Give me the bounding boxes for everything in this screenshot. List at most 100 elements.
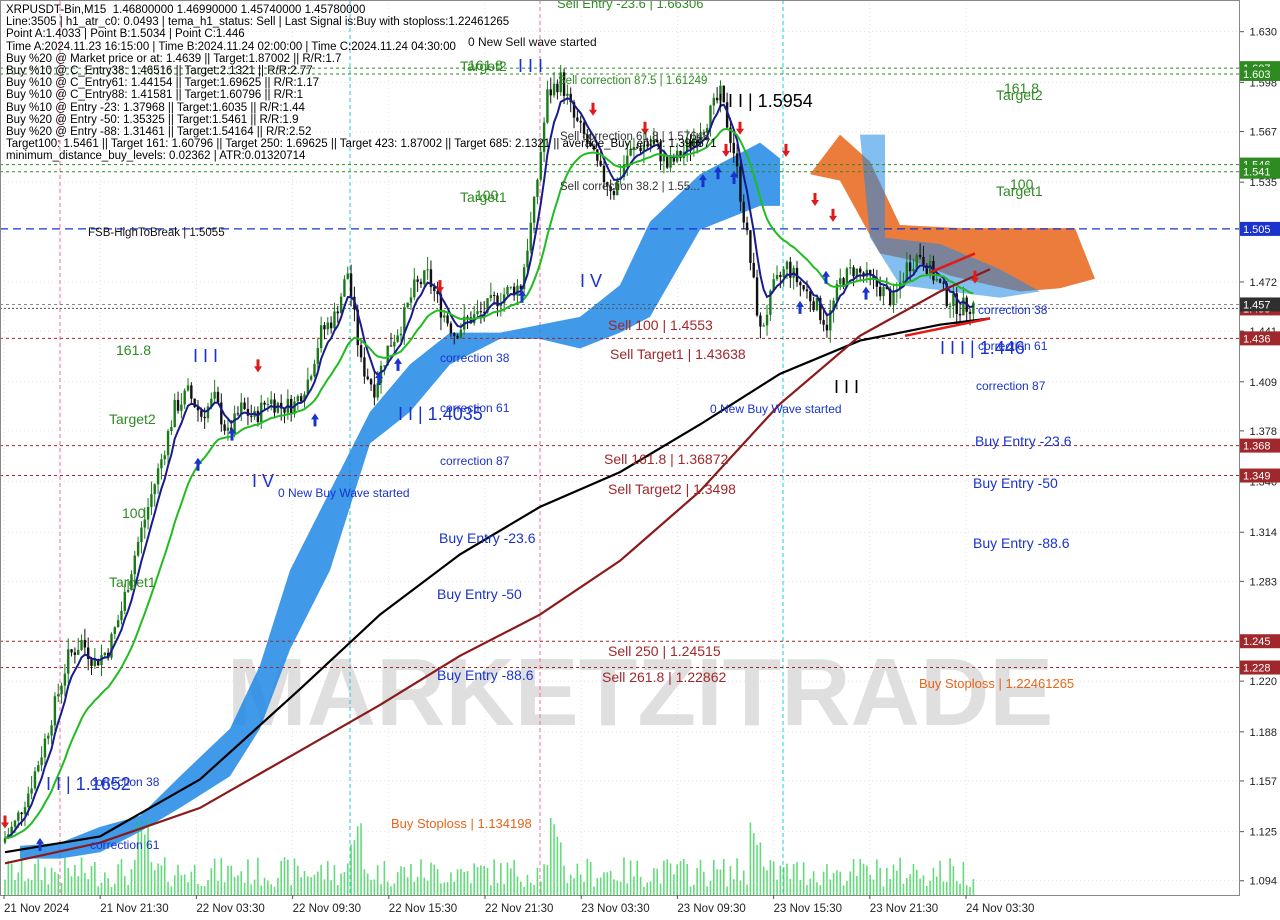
candle-body <box>359 345 363 358</box>
candle-body <box>263 402 266 405</box>
info-line: Buy %10 @ C_Entry88: 1.41581 || Target:1… <box>6 89 304 102</box>
candle-body <box>942 282 945 284</box>
candle-body <box>782 269 785 277</box>
candle-body <box>516 285 519 296</box>
candle-body <box>749 230 752 263</box>
t100-a-label: 100 <box>122 505 146 521</box>
candle-body <box>376 383 379 398</box>
price-tag-label: 1.245 <box>1243 636 1271 648</box>
info-line: Time A:2024.11.23 16:15:00 | Time B:2024… <box>6 40 456 53</box>
candle-body <box>366 376 369 380</box>
candle-body <box>226 427 230 431</box>
candle-body <box>20 812 23 815</box>
candle-body <box>479 311 483 313</box>
candle-body <box>775 274 779 280</box>
candle-body <box>393 341 396 347</box>
candle-body <box>273 399 276 413</box>
sell-1618-label: Sell 161.8 | 1.36872 <box>604 451 729 467</box>
candle-body <box>962 297 965 316</box>
candle-body <box>732 142 735 154</box>
candle-body <box>213 391 216 399</box>
candle-body <box>423 270 426 285</box>
x-tick-label: 23 Nov 21:30 <box>870 903 938 915</box>
candle-body <box>319 325 323 349</box>
candle-body <box>126 590 130 592</box>
candle-body <box>759 315 762 327</box>
info-line: Buy %10 @ C_Entry38: 1.46516 || Target:2… <box>6 65 313 78</box>
peak-wave-label: I I I | 1.5954 <box>718 91 813 111</box>
candle-body <box>223 424 226 431</box>
candle-body <box>316 348 320 364</box>
candle-body <box>972 302 975 314</box>
target1-a-label: Target1 <box>109 574 156 590</box>
candle-body <box>309 376 313 380</box>
wave-iv-b-label: I V <box>580 271 602 291</box>
candle-body <box>892 291 895 306</box>
candle-body <box>779 274 782 277</box>
candle-body <box>343 279 346 297</box>
candle-body <box>37 765 40 772</box>
x-tick-label: 22 Nov 03:30 <box>196 903 264 915</box>
candle-body <box>735 153 739 167</box>
candle-body <box>882 286 885 297</box>
candle-body <box>43 738 47 758</box>
y-tick-label: 1.472 <box>1249 277 1277 289</box>
candle-body <box>40 757 43 766</box>
sell-target1-label: Sell Target1 | 1.43638 <box>610 346 746 362</box>
candle-body <box>812 301 815 311</box>
candle-body <box>396 335 399 342</box>
candle-body <box>492 295 496 297</box>
info-line: Buy %10 @ Entry -23: 1.37968 || Target:1… <box>6 101 305 114</box>
info-line: Buy %20 @ Market price or at: 1.4639 || … <box>6 52 342 65</box>
candle-body <box>446 315 449 324</box>
candle-body <box>369 379 373 385</box>
candle-body <box>373 384 376 398</box>
candle-body <box>935 279 938 281</box>
candle-body <box>136 542 140 556</box>
candle-body <box>399 333 403 336</box>
candle-body <box>77 649 80 655</box>
sell-2618-label: Sell 261.8 | 1.22862 <box>602 669 727 685</box>
candle-body <box>536 179 539 197</box>
candle-body <box>250 415 253 417</box>
price-tag-label: 1.436 <box>1243 333 1271 345</box>
candle-body <box>389 345 393 347</box>
y-tick-label: 1.567 <box>1249 126 1277 138</box>
info-line: Point A:1.4033 | Point B:1.5034 | Point … <box>6 28 245 41</box>
candle-body <box>602 165 606 183</box>
target2-a-label: Target2 <box>109 411 156 427</box>
candle-body <box>103 652 107 656</box>
candle-body <box>140 527 143 543</box>
y-tick-label: 1.630 <box>1249 27 1277 39</box>
candle-body <box>150 494 153 507</box>
candle-body <box>529 222 532 251</box>
info-line: Target100: 1.5461 || Target 161: 1.60796… <box>6 138 717 151</box>
candle-body <box>326 322 329 330</box>
y-tick-label: 1.125 <box>1249 827 1277 839</box>
candle-body <box>60 685 63 695</box>
candle-body <box>180 404 183 411</box>
candle-body <box>506 287 509 295</box>
candle-body <box>270 399 273 405</box>
x-tick-label: 21 Nov 21:30 <box>100 903 168 915</box>
candle-body <box>902 280 905 283</box>
candle-body <box>146 506 150 520</box>
y-tick-label: 1.094 <box>1249 876 1277 888</box>
candle-body <box>333 311 336 329</box>
buy-entry-50-a-label: Buy Entry -50 <box>437 586 522 602</box>
y-tick-label: 1.283 <box>1249 576 1277 588</box>
candle-body <box>27 793 30 808</box>
x-tick-label: 24 Nov 03:30 <box>966 903 1034 915</box>
price-tag-label: 1.349 <box>1243 471 1271 483</box>
candle-body <box>116 620 120 628</box>
correction-38-a-label: correction 38 <box>440 351 510 365</box>
buy-entry-236-b-label: Buy Entry -23.6 <box>975 433 1072 449</box>
candle-body <box>67 649 70 674</box>
candle-body <box>742 201 745 223</box>
buy-stoploss-2-label: Buy Stoploss | 1.22461265 <box>919 676 1074 691</box>
correction-61-a-label: correction 61 <box>440 401 510 415</box>
info-line: Buy %10 @ C_Entry61: 1.44154 || Target:1… <box>6 77 320 90</box>
correction-87-b-label: correction 87 <box>976 379 1046 393</box>
t1618-c-label: 161.8 <box>1004 80 1039 96</box>
candle-body <box>805 289 809 292</box>
